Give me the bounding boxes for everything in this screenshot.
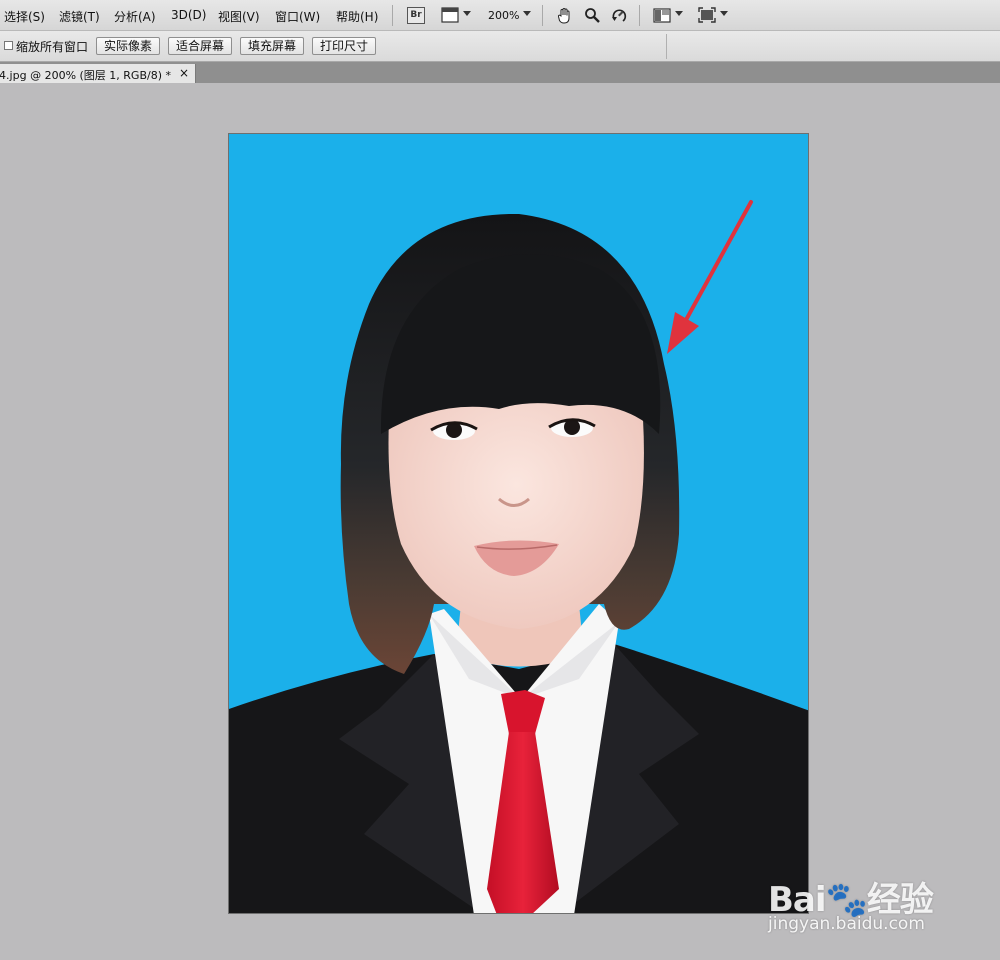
toolbar-divider [639, 5, 640, 26]
watermark-url: jingyan.baidu.com [768, 914, 925, 934]
menu-3d[interactable]: 3D(D) [171, 8, 206, 22]
baidu-jingyan-watermark: Bai🐾经验 jingyan.baidu.com [768, 852, 988, 942]
actual-pixels-button[interactable]: 实际像素 [96, 37, 161, 55]
menu-bar: 选择(S) 滤镜(T) 分析(A) 3D(D) 视图(V) 窗口(W) 帮助(H… [0, 0, 1000, 31]
resize-all-windows-label: 缩放所有窗口 [16, 40, 89, 54]
menu-filter[interactable]: 滤镜(T) [59, 8, 100, 25]
fit-screen-button[interactable]: 适合屏幕 [168, 37, 233, 55]
rotate-view-icon[interactable] [610, 6, 628, 24]
bridge-icon[interactable]: Br [407, 6, 425, 24]
chevron-down-icon[interactable] [463, 11, 471, 16]
chevron-down-icon[interactable] [720, 11, 728, 16]
options-bar: 缩放所有窗口 实际像素 适合屏幕 填充屏幕 打印尺寸 [0, 31, 1000, 62]
options-divider [666, 34, 667, 59]
menu-help[interactable]: 帮助(H) [336, 8, 378, 25]
toolbar-divider [392, 5, 393, 26]
menu-analysis[interactable]: 分析(A) [114, 8, 156, 25]
fullscreen-mode-icon[interactable] [697, 6, 717, 24]
document-tab[interactable]: 97c584.jpg @ 200% (图层 1, RGB/8) * × [0, 64, 196, 83]
chevron-down-icon[interactable] [523, 11, 531, 16]
chevron-down-icon[interactable] [675, 11, 683, 16]
portrait-photo [229, 134, 808, 913]
print-size-button[interactable]: 打印尺寸 [312, 37, 377, 55]
document-tab-strip: 97c584.jpg @ 200% (图层 1, RGB/8) * × [0, 62, 1000, 83]
toolbar-divider [542, 5, 543, 26]
menu-view[interactable]: 视图(V) [218, 8, 260, 25]
fill-screen-button[interactable]: 填充屏幕 [240, 37, 305, 55]
arrange-documents-icon[interactable] [652, 6, 672, 24]
zoom-icon[interactable] [583, 6, 601, 24]
bridge-label: Br [407, 6, 425, 24]
resize-all-windows-checkbox[interactable] [4, 41, 13, 50]
menu-window[interactable]: 窗口(W) [275, 8, 320, 25]
menu-select[interactable]: 选择(S) [4, 8, 45, 25]
document-canvas[interactable] [228, 133, 809, 914]
zoom-level[interactable]: 200% [488, 9, 519, 22]
screen-mode-icon[interactable] [440, 6, 460, 24]
hand-icon[interactable] [556, 6, 574, 24]
close-icon[interactable]: × [179, 66, 189, 80]
document-tab-title: 97c584.jpg @ 200% (图层 1, RGB/8) * [0, 69, 171, 82]
